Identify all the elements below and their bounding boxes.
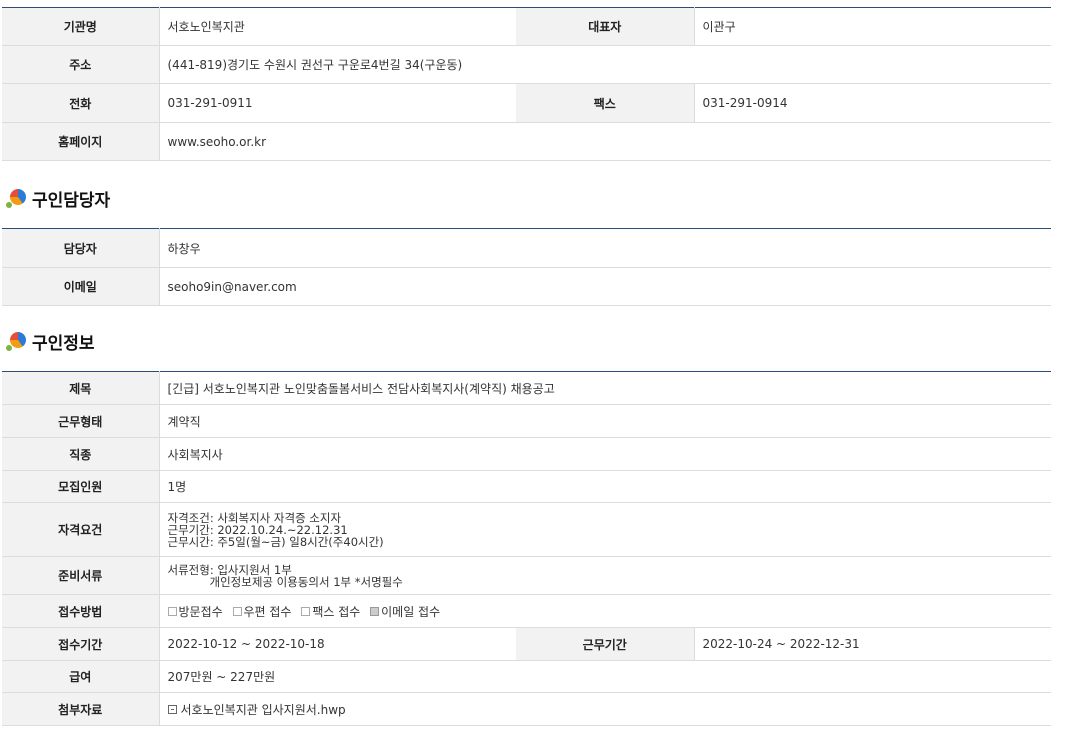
qualification-line: 근무기간: 2022.10.24.~22.12.31 [167,522,348,537]
org-name-label: 기관명 [2,7,160,46]
documents-line: 개인정보제공 이용동의서 1부 *서명필수 [209,574,403,589]
qualification-line: 자격조건: 사회복지사 자격증 소지자 [167,510,342,525]
method-email-checkbox[interactable]: 이메일 접수 [370,603,440,620]
apply-period-label: 접수기간 [2,627,160,661]
qualification-line: 근무시간: 주5일(월~금) 일8시간(주40시간) [167,534,384,549]
work-type-value: 계약직 [159,404,1051,438]
method-mail-checkbox[interactable]: 우편 접수 [232,603,292,620]
contact-person-value: 하창우 [159,228,1051,268]
documents-label: 준비서류 [2,556,160,595]
attachment-value: 서호노인복지관 입사지원서.hwp [159,692,1051,726]
salary-label: 급여 [2,660,160,693]
work-period-label: 근무기간 [516,627,695,661]
file-icon [167,704,177,714]
documents-line: 서류전형: 입사지원서 1부 [167,562,292,577]
section-bullet-icon [6,330,28,352]
qualification-row: 자격요건 자격조건: 사회복지사 자격증 소지자 근무기간: 2022.10.2… [2,502,1051,557]
address-row: 주소 (441-819)경기도 수원시 권선구 구운로4번길 34(구운동) [2,45,1051,84]
phone-value: 031-291-0911 [159,83,516,123]
contact-person-row: 담당자 하창우 [2,228,1051,268]
method-mail-label: 우편 접수 [243,604,292,619]
occupation-value: 사회복지사 [159,437,1051,471]
checkbox-checked-icon [370,606,380,616]
homepage-value: www.seoho.or.kr [159,122,1051,161]
contact-email-value[interactable]: seoho9in@naver.com [159,267,1051,306]
subject-label: 제목 [2,371,160,405]
org-name-row: 기관명 서호노인복지관 대표자 이관구 [2,7,1051,46]
checkbox-icon [232,606,242,616]
contact-section-title-text: 구인담당자 [32,190,111,211]
contact-email-row: 이메일 seoho9in@naver.com [2,267,1051,306]
contact-info-table: 담당자 하창우 이메일 seoho9in@naver.com [2,228,1051,306]
work-type-row: 근무형태 계약직 [2,404,1051,438]
salary-value: 207만원 ~ 227만원 [159,660,1051,693]
apply-method-value: 방문접수 우편 접수 팩스 접수 이메일 접수 [159,594,1051,628]
contact-email-label: 이메일 [2,267,160,306]
phone-row: 전화 031-291-0911 팩스 031-291-0914 [2,83,1051,123]
fax-value: 031-291-0914 [694,83,1051,123]
headcount-row: 모집인원 1명 [2,470,1051,503]
rep-label: 대표자 [516,7,695,46]
period-row: 접수기간 2022-10-12 ~ 2022-10-18 근무기간 2022-1… [2,627,1051,661]
attachment-row: 첨부자료 서호노인복지관 입사지원서.hwp [2,692,1051,726]
method-fax-label: 팩스 접수 [312,604,361,619]
work-type-label: 근무형태 [2,404,160,438]
checkbox-icon [167,606,177,616]
headcount-value: 1명 [159,470,1051,503]
method-visit-checkbox[interactable]: 방문접수 [167,603,223,620]
subject-value: [긴급] 서호노인복지관 노인맞춤돌봄서비스 전담사회복지사(계약직) 채용공고 [159,371,1051,405]
org-name-value: 서호노인복지관 [159,7,516,46]
occupation-row: 직종 사회복지사 [2,437,1051,471]
section-bullet-icon [6,187,28,209]
apply-method-row: 접수방법 방문접수 우편 접수 팩스 접수 이메일 접수 [2,594,1051,628]
contact-section-title: 구인담당자 [6,186,111,211]
phone-label: 전화 [2,83,160,123]
job-info-table: 제목 [긴급] 서호노인복지관 노인맞춤돌봄서비스 전담사회복지사(계약직) 채… [2,371,1051,726]
documents-value: 서류전형: 입사지원서 1부 개인정보제공 이용동의서 1부 *서명필수 [159,556,1051,595]
address-value: (441-819)경기도 수원시 권선구 구운로4번길 34(구운동) [159,45,1051,84]
attachment-filename: 서호노인복지관 입사지원서.hwp [180,702,346,717]
method-email-label: 이메일 접수 [381,604,441,619]
documents-row: 준비서류 서류전형: 입사지원서 1부 개인정보제공 이용동의서 1부 *서명필… [2,556,1051,595]
headcount-label: 모집인원 [2,470,160,503]
attachment-label: 첨부자료 [2,692,160,726]
qualification-label: 자격요건 [2,502,160,557]
homepage-label: 홈페이지 [2,122,160,161]
job-posting-page: 기관명 서호노인복지관 대표자 이관구 주소 (441-819)경기도 수원시 … [0,0,1067,731]
apply-method-label: 접수방법 [2,594,160,628]
work-period-value: 2022-10-24 ~ 2022-12-31 [694,627,1051,661]
method-visit-label: 방문접수 [178,604,223,619]
checkbox-icon [301,606,311,616]
subject-row: 제목 [긴급] 서호노인복지관 노인맞춤돌봄서비스 전담사회복지사(계약직) 채… [2,371,1051,405]
occupation-label: 직종 [2,437,160,471]
qualification-value: 자격조건: 사회복지사 자격증 소지자 근무기간: 2022.10.24.~22… [159,502,1051,557]
attachment-link[interactable]: 서호노인복지관 입사지원서.hwp [167,702,346,717]
apply-period-value: 2022-10-12 ~ 2022-10-18 [159,627,516,661]
job-section-title-text: 구인정보 [32,333,95,354]
address-label: 주소 [2,45,160,84]
method-fax-checkbox[interactable]: 팩스 접수 [301,603,360,620]
org-info-table: 기관명 서호노인복지관 대표자 이관구 주소 (441-819)경기도 수원시 … [2,7,1051,161]
fax-label: 팩스 [516,83,695,123]
salary-row: 급여 207만원 ~ 227만원 [2,660,1051,693]
job-section-title: 구인정보 [6,329,95,354]
contact-person-label: 담당자 [2,228,160,268]
rep-value: 이관구 [694,7,1051,46]
homepage-row: 홈페이지 www.seoho.or.kr [2,122,1051,161]
